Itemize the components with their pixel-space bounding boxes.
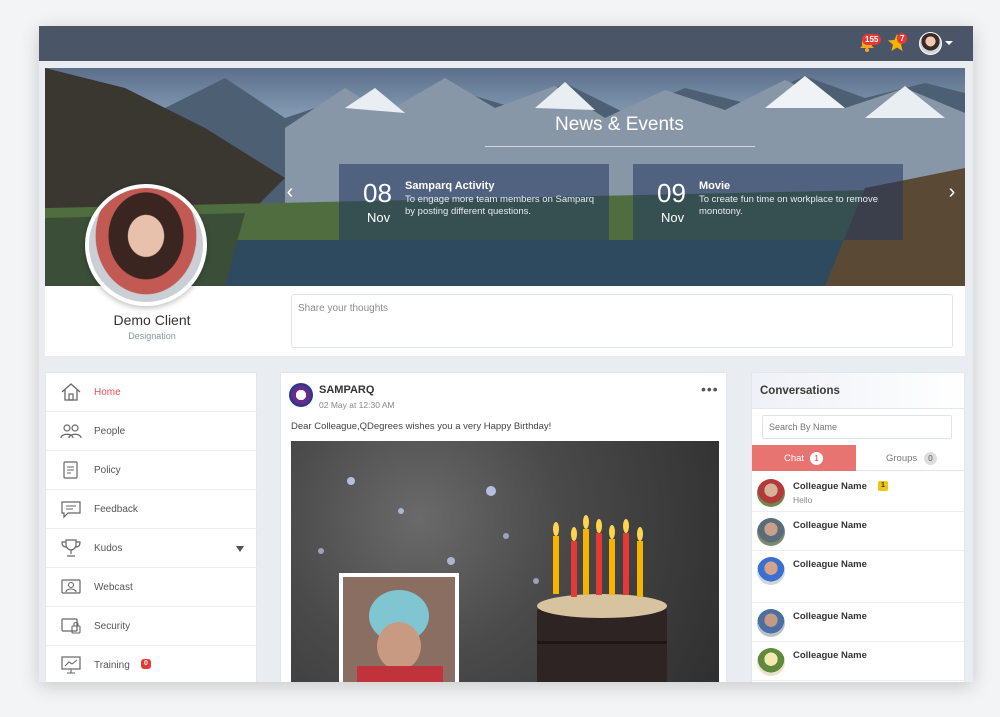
sidebar-item-label: Training (94, 660, 130, 671)
contact-name: Colleague Name (793, 611, 867, 622)
sidebar-item-policy[interactable]: Policy (46, 451, 258, 490)
samparq-logo-icon (289, 383, 313, 407)
sidebar-item-people[interactable]: People (46, 412, 258, 451)
more-options-icon[interactable]: ••• (701, 381, 719, 397)
sidebar-item-training[interactable]: Training 0 (46, 646, 258, 682)
contact-item[interactable]: Colleague Name (752, 512, 964, 551)
event-name: Samparq Activity (405, 180, 495, 192)
birthday-image[interactable] (291, 441, 719, 682)
chat-count-badge: 1 (810, 452, 823, 465)
chevron-down-icon[interactable] (945, 41, 953, 45)
feedback-icon (61, 501, 81, 519)
post-author[interactable]: SAMPARQ (319, 384, 374, 396)
event-day: 09 (657, 178, 686, 208)
sidebar-item-label: Webcast (94, 582, 133, 593)
groups-count-badge: 0 (924, 452, 937, 465)
contact-name: Colleague Name (793, 559, 867, 570)
sidebar-item-label: Home (94, 387, 121, 398)
sidebar-item-label: Kudos (94, 543, 123, 554)
unread-badge: 1 (878, 481, 888, 491)
contact-item[interactable]: Colleague Name (752, 551, 964, 603)
banner-title: News & Events (555, 114, 684, 135)
sidebar-item-feedback[interactable]: Feedback (46, 490, 258, 529)
event-card[interactable]: 09 Nov Movie To create fun time on workp… (633, 164, 903, 240)
chevron-down-icon[interactable] (236, 546, 244, 552)
event-month: Nov (367, 210, 391, 225)
feed-post: SAMPARQ 02 May at 12:30 AM ••• Dear Coll… (280, 372, 727, 682)
tab-chat[interactable]: Chat 1 (752, 445, 856, 471)
event-card[interactable]: 08 Nov Samparq Activity To engage more t… (339, 164, 609, 240)
training-count-badge: 0 (141, 659, 151, 669)
user-avatar[interactable] (919, 32, 942, 55)
sidebar-item-label: Feedback (94, 504, 138, 515)
tab-label: Chat (784, 453, 805, 464)
notification-count-badge: 155 (862, 34, 882, 45)
profile-name: Demo Client (113, 312, 191, 328)
security-icon (61, 618, 81, 634)
chevron-left-icon[interactable]: ‹ (283, 182, 297, 202)
people-icon (60, 424, 82, 439)
event-month: Nov (661, 210, 685, 225)
sidebar-item-home[interactable]: Home (46, 373, 258, 412)
contact-item[interactable]: Colleague Name (752, 603, 964, 642)
tab-label: Groups (886, 453, 918, 464)
avatar (757, 648, 785, 676)
event-name: Movie (699, 180, 731, 192)
contact-item[interactable]: Colleague Name (752, 642, 964, 681)
sidebar-item-webcast[interactable]: Webcast (46, 568, 258, 607)
contact-name: Colleague Name (793, 481, 867, 492)
event-description: To engage more team members on Samparq b… (405, 194, 595, 217)
conversations-title: Conversations (760, 385, 840, 397)
webcast-icon (61, 579, 81, 594)
training-icon (61, 656, 81, 674)
sidebar-nav: Home People Policy Feedback Kudos Webcas… (45, 372, 258, 682)
tab-groups[interactable]: Groups 0 (856, 445, 964, 471)
app-window: 155 7 News & Events 08 Nov Samparq Activ… (39, 26, 973, 682)
contact-name: Colleague Name (793, 520, 867, 531)
profile-photo[interactable] (85, 184, 207, 306)
event-day: 08 (363, 178, 392, 208)
contact-name: Colleague Name (793, 650, 867, 661)
sidebar-item-label: People (94, 426, 126, 437)
post-timestamp: 02 May at 12:30 AM (319, 400, 395, 410)
top-navbar: 155 7 (39, 26, 973, 61)
post-text: Dear Colleague,QDegrees wishes you a ver… (291, 421, 552, 432)
share-thoughts-input[interactable]: Share your thoughts (291, 294, 953, 348)
conversations-header: Conversations (752, 373, 964, 409)
event-description: To create fun time on workplace to remov… (699, 194, 879, 217)
sidebar-item-kudos[interactable]: Kudos (46, 529, 258, 568)
last-message: Hello (793, 495, 813, 505)
trophy-icon (61, 539, 81, 557)
birthday-cake-illustration (318, 477, 667, 682)
home-icon (61, 383, 81, 401)
conversations-panel: Conversations Chat 1 Groups 0 Colleague … (751, 372, 965, 682)
sidebar-item-label: Policy (94, 465, 121, 476)
policy-icon (63, 461, 78, 479)
avatar (757, 609, 785, 637)
profile-designation: Designation (128, 331, 176, 341)
sidebar-item-label: Security (94, 621, 131, 632)
chevron-right-icon[interactable]: › (945, 182, 959, 202)
sidebar-item-security[interactable]: Security (46, 607, 258, 646)
avatar (757, 557, 785, 585)
contact-item[interactable]: Colleague Name 1 Hello (752, 473, 964, 512)
search-by-name-input[interactable] (762, 415, 952, 439)
avatar (757, 479, 785, 507)
title-divider (485, 146, 755, 147)
avatar (757, 518, 785, 546)
